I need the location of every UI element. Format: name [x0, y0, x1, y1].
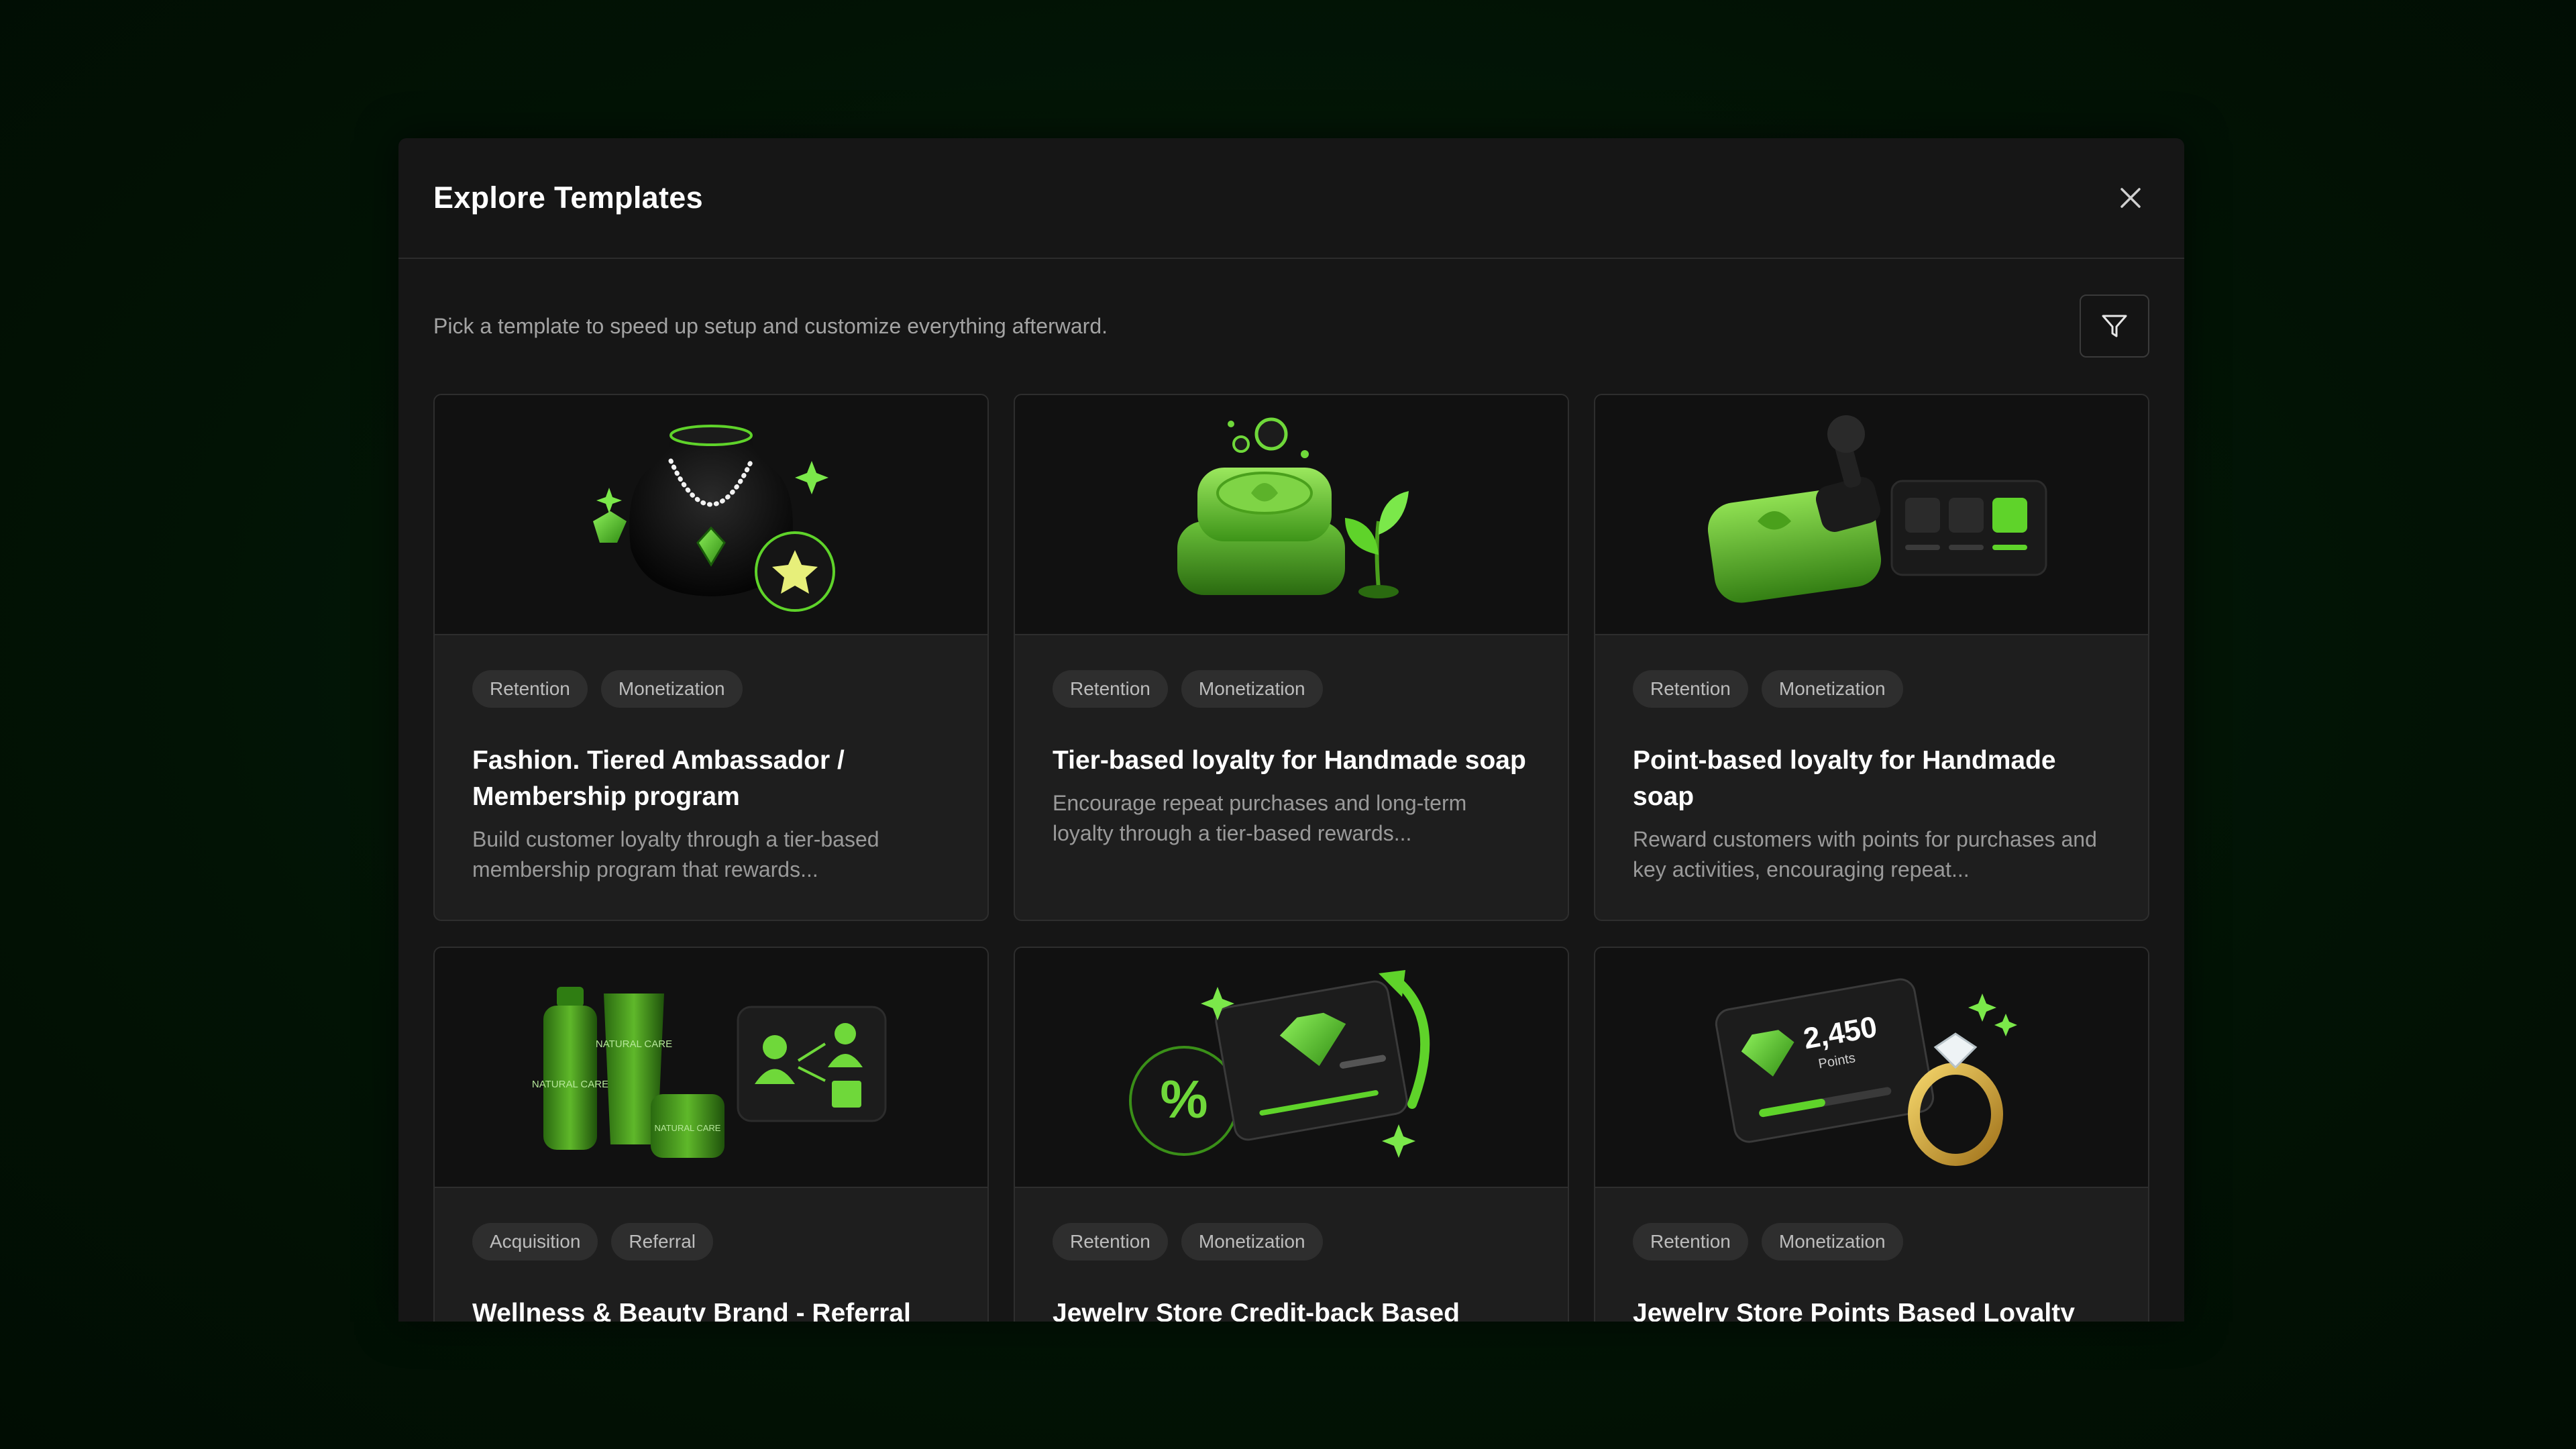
- tag-acquisition: Acquisition: [472, 1223, 598, 1260]
- tag-monetization: Monetization: [1761, 670, 1903, 708]
- filter-icon: [2102, 315, 2127, 337]
- cosmetics-referral-illustration: NATURAL CARE NATURAL CARE NATURAL CARE: [532, 987, 887, 1158]
- close-button[interactable]: [2110, 178, 2151, 218]
- modal-subbar: Pick a template to speed up setup and cu…: [398, 259, 2184, 393]
- tag-monetization: Monetization: [1181, 670, 1323, 708]
- modal-header: Explore Templates: [398, 138, 2184, 259]
- close-icon: [2121, 188, 2141, 208]
- template-card[interactable]: NATURAL CARE NATURAL CARE NATURAL CARE A…: [433, 947, 989, 1322]
- tag-monetization: Monetization: [600, 670, 743, 708]
- tag-retention: Retention: [472, 670, 588, 708]
- card-body: Retention Monetization Jewelry Store Cre…: [1015, 1188, 1568, 1322]
- card-description: Encourage repeat purchases and long-term…: [1053, 791, 1467, 845]
- svg-text:NATURAL CARE: NATURAL CARE: [596, 1038, 672, 1050]
- card-illustration: [1015, 395, 1568, 635]
- tag-list: Retention Monetization: [1633, 1223, 2110, 1260]
- tag-retention: Retention: [1633, 1223, 1748, 1260]
- card-title: Wellness & Beauty Brand - Referral: [472, 1299, 911, 1322]
- svg-text:NATURAL CARE: NATURAL CARE: [532, 1079, 608, 1090]
- credit-card-percent-illustration: %: [1129, 970, 1430, 1158]
- tag-list: Retention Monetization: [1053, 1223, 1530, 1260]
- card-description: Build customer loyalty through a tier-ba…: [472, 827, 879, 881]
- template-card[interactable]: Retention Monetization Fashion. Tiered A…: [433, 394, 989, 921]
- card-title: Fashion. Tiered Ambassador / Membership …: [472, 746, 845, 811]
- tag-retention: Retention: [1053, 670, 1168, 708]
- card-illustration: 2,450 Points: [1595, 948, 2148, 1188]
- card-illustration: [1595, 395, 2148, 635]
- card-body: Retention Monetization Jewelry Store Poi…: [1595, 1188, 2148, 1322]
- card-title: Jewelry Store Credit-back Based: [1053, 1299, 1460, 1322]
- tag-monetization: Monetization: [1761, 1223, 1903, 1260]
- card-illustration: %: [1015, 948, 1568, 1188]
- tag-retention: Retention: [1633, 670, 1748, 708]
- necklace-star-illustration: [593, 425, 835, 612]
- tag-retention: Retention: [1053, 1223, 1168, 1260]
- modal-title: Explore Templates: [433, 180, 703, 215]
- tag-list: Acquisition Referral: [472, 1223, 950, 1260]
- filter-button[interactable]: [2080, 294, 2149, 358]
- card-body: Retention Monetization Tier-based loyalt…: [1015, 635, 1568, 849]
- tag-list: Retention Monetization: [472, 670, 950, 708]
- template-card[interactable]: Retention Monetization Point-based loyal…: [1594, 394, 2149, 921]
- template-grid: Retention Monetization Fashion. Tiered A…: [433, 394, 2149, 1322]
- points-card-ring-illustration: 2,450 Points: [1715, 978, 2017, 1166]
- tag-list: Retention Monetization: [1053, 670, 1530, 708]
- soap-stack-illustration: [1177, 417, 1409, 598]
- explore-templates-modal: Explore Templates Pick a template to spe…: [398, 138, 2184, 1322]
- template-card[interactable]: Retention Monetization Tier-based loyalt…: [1014, 394, 1569, 921]
- svg-text:NATURAL CARE: NATURAL CARE: [655, 1123, 721, 1133]
- card-title: Point-based loyalty for Handmade soap: [1633, 746, 2056, 811]
- card-title: Jewelry Store Points Based Loyalty: [1633, 1299, 2075, 1322]
- soap-stamp-card-illustration: [1707, 415, 2047, 603]
- template-card[interactable]: % Retention Monetization Jewelry Store C…: [1014, 947, 1569, 1322]
- card-body: Acquisition Referral Wellness & Beauty B…: [435, 1188, 987, 1322]
- card-illustration: [435, 395, 987, 635]
- tag-referral: Referral: [611, 1223, 713, 1260]
- svg-text:%: %: [1160, 1069, 1208, 1129]
- card-body: Retention Monetization Point-based loyal…: [1595, 635, 2148, 885]
- card-illustration: NATURAL CARE NATURAL CARE NATURAL CARE: [435, 948, 987, 1188]
- card-body: Retention Monetization Fashion. Tiered A…: [435, 635, 987, 885]
- template-card[interactable]: 2,450 Points Retention Monetization Jewe…: [1594, 947, 2149, 1322]
- card-title: Tier-based loyalty for Handmade soap: [1053, 746, 1526, 775]
- tag-list: Retention Monetization: [1633, 670, 2110, 708]
- tag-monetization: Monetization: [1181, 1223, 1323, 1260]
- modal-subtitle: Pick a template to speed up setup and cu…: [433, 313, 1108, 338]
- card-description: Reward customers with points for purchas…: [1633, 827, 2097, 881]
